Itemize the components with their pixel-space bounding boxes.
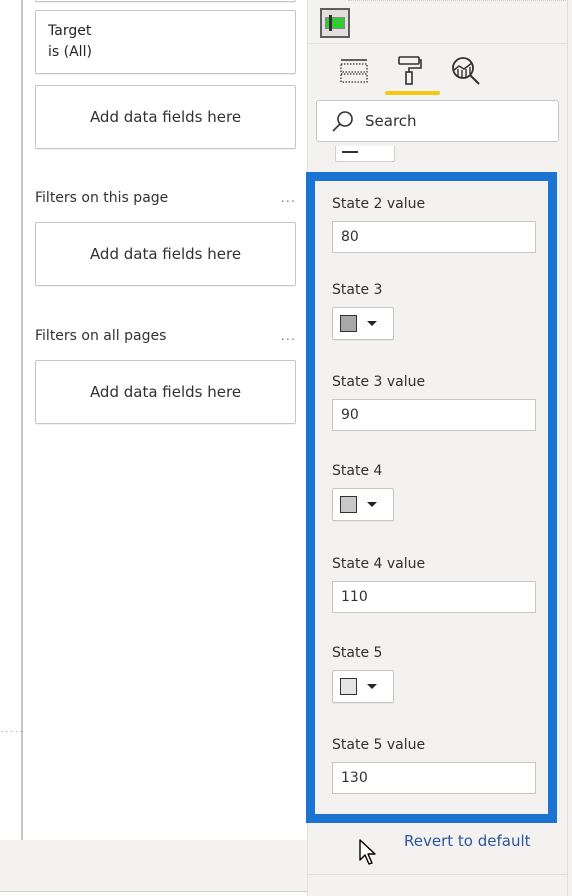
chevron-down-icon — [367, 321, 377, 326]
filter-card-partial[interactable] — [35, 0, 296, 2]
custom-visual-icon[interactable] — [320, 8, 350, 38]
property-state-4: State 4 — [332, 462, 394, 521]
all-pages-filters-dropzone[interactable]: Add data fields here — [35, 360, 296, 424]
chevron-down-icon — [367, 502, 377, 507]
tab-format[interactable] — [390, 52, 430, 90]
visual-filters-dropzone[interactable]: Add data fields here — [35, 85, 296, 149]
color-picker-partial[interactable] — [335, 146, 395, 162]
property-label: State 3 — [332, 282, 383, 298]
property-state-3-value: State 3 value — [332, 373, 536, 431]
page-filters-dropzone[interactable]: Add data fields here — [35, 222, 296, 286]
property-label: State 4 value — [332, 556, 426, 572]
paint-roller-icon — [398, 56, 422, 85]
state-3-color-picker[interactable] — [332, 307, 394, 340]
filter-condition: is (All) — [48, 44, 92, 60]
visualizations-pane: State 2 value State 3 State 3 value Stat… — [306, 0, 572, 896]
property-label: State 2 value — [332, 196, 426, 212]
all-pages-filters-title: Filters on all pages — [35, 328, 167, 344]
state-2-value-input[interactable] — [332, 221, 536, 253]
state-4-value-input[interactable] — [332, 581, 536, 613]
color-swatch — [340, 496, 357, 513]
tab-analytics[interactable] — [446, 52, 486, 90]
state-5-value-input[interactable] — [332, 762, 536, 794]
property-label: State 3 value — [332, 374, 426, 390]
fields-icon — [340, 59, 368, 83]
chevron-down-icon — [367, 684, 377, 689]
mouse-cursor-icon — [359, 839, 376, 865]
filter-card-target[interactable]: Target is (All) — [35, 10, 296, 74]
gallery-divider — [348, 0, 568, 2]
page-filters-header: Filters on this page ... — [35, 188, 296, 208]
visual-gallery — [308, 0, 568, 44]
search-icon — [332, 111, 353, 132]
state-4-color-picker[interactable] — [332, 488, 394, 521]
visual-resize-handle[interactable]: ..... — [0, 726, 22, 732]
pane-tabs — [308, 46, 568, 96]
more-options-icon[interactable]: ... — [281, 191, 296, 206]
more-options-icon[interactable]: ... — [281, 329, 296, 344]
pane-divider — [308, 874, 568, 875]
state-3-value-input[interactable] — [332, 399, 536, 431]
search-input[interactable] — [365, 112, 535, 130]
highlighted-properties: State 2 value State 3 State 3 value Stat… — [306, 172, 557, 823]
pane-scrollbar-track[interactable] — [567, 0, 568, 896]
property-state-4-value: State 4 value — [332, 555, 536, 613]
property-label: State 5 — [332, 645, 383, 661]
tab-fields[interactable] — [334, 52, 374, 90]
property-state-5: State 5 — [332, 644, 394, 703]
active-tab-indicator — [385, 91, 440, 95]
filters-pane: Target is (All) Add data fields here Fil… — [25, 0, 307, 840]
property-state-5-value: State 5 value — [332, 736, 536, 794]
page-filters-title: Filters on this page — [35, 190, 169, 206]
all-pages-filters-header: Filters on all pages ... — [35, 326, 296, 346]
property-label: State 5 value — [332, 737, 426, 753]
revert-to-default-link[interactable]: Revert to default — [404, 832, 531, 850]
filter-field-name: Target — [48, 23, 92, 39]
analytics-magnifier-icon — [452, 57, 480, 85]
format-search-box[interactable] — [316, 100, 559, 142]
property-label: State 4 — [332, 463, 383, 479]
color-swatch — [340, 678, 357, 695]
status-bar — [0, 840, 307, 892]
color-swatch — [340, 315, 357, 332]
property-state-2-value: State 2 value — [332, 195, 536, 253]
state-5-color-picker[interactable] — [332, 670, 394, 703]
property-state-3: State 3 — [332, 281, 394, 340]
report-canvas-edge: ..... — [0, 0, 23, 840]
